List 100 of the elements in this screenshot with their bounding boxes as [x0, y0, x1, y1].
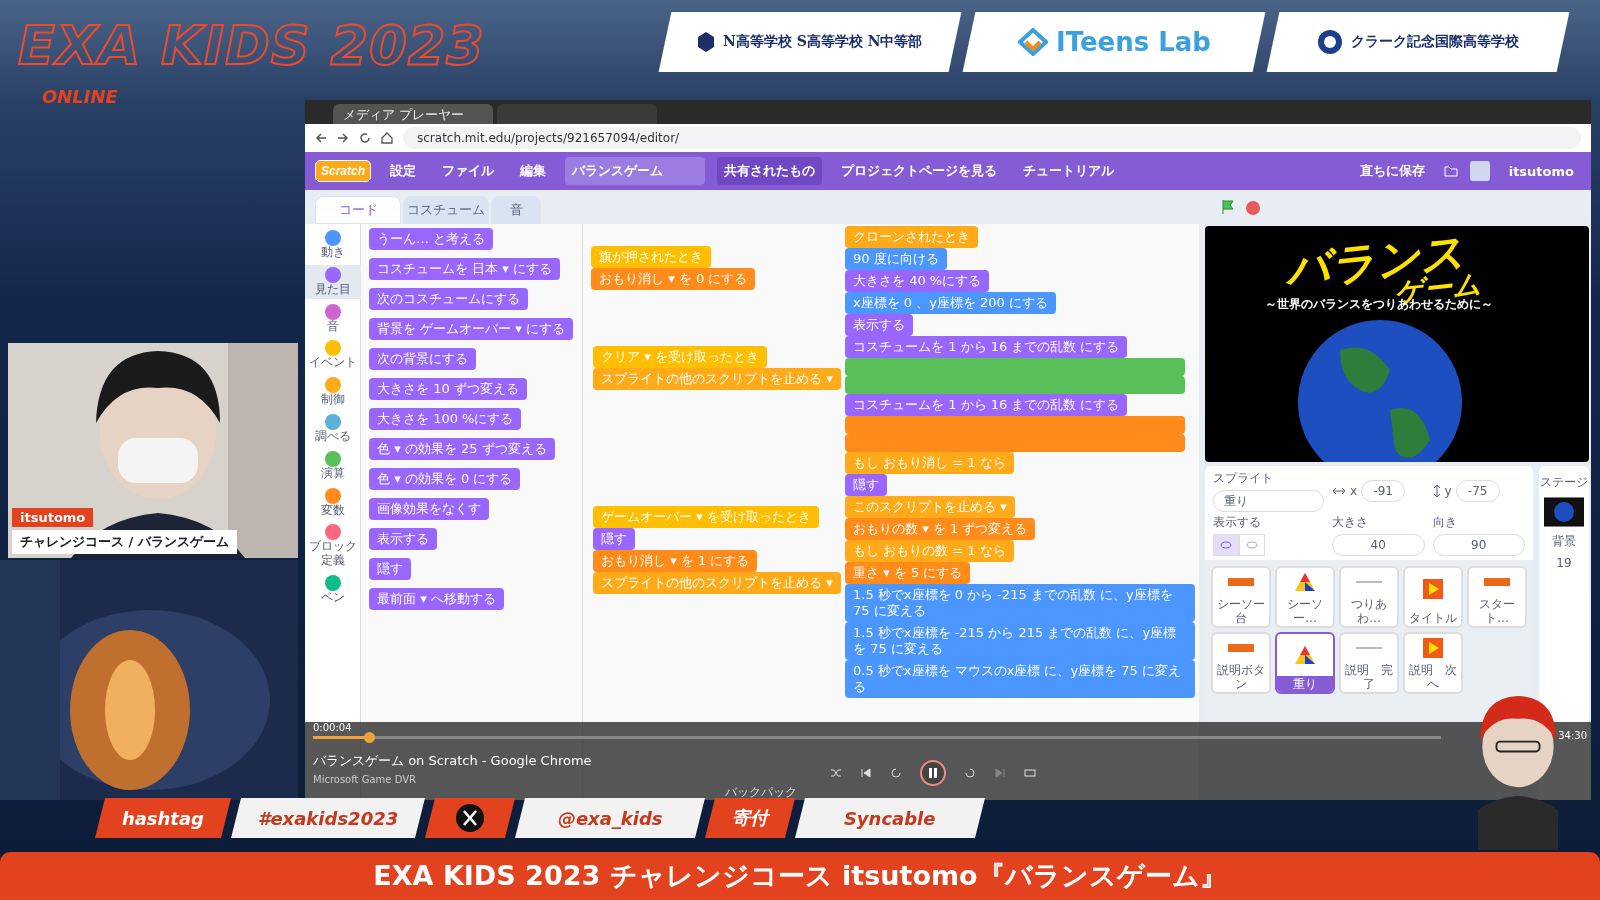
code-block[interactable]: 1.5 秒でx座標を 0 から -215 までの乱数 に、y座標を 75 に変える — [845, 584, 1195, 622]
code-block[interactable]: 1.5 秒でx座標を -215 から 215 までの乱数 に、y座標を 75 に変える — [845, 622, 1195, 660]
category-item[interactable]: 変数 — [305, 485, 361, 520]
menu-item[interactable]: 編集 — [513, 157, 554, 185]
palette-block[interactable]: 次のコスチュームにする — [369, 288, 528, 310]
code-block[interactable]: スプライトの他のスクリプトを止める ▾ — [593, 572, 841, 594]
category-item[interactable]: 音 — [305, 301, 361, 336]
code-block[interactable]: 隠す — [845, 474, 887, 496]
social-handle: #exakids2023 — [231, 798, 426, 838]
category-item[interactable]: 制御 — [305, 375, 361, 409]
social-tag: 寄付 — [705, 798, 796, 838]
backdrops-label: 背景 — [1552, 533, 1576, 550]
y-label: y — [1444, 484, 1452, 498]
menu-item[interactable]: プロジェクトページを見る — [834, 157, 1005, 185]
size-label: 大きさ — [1332, 514, 1369, 531]
menu-item[interactable]: チュートリアル — [1016, 157, 1122, 185]
sprite-tile[interactable]: スタート... — [1467, 566, 1527, 628]
code-block[interactable]: もし おもりの数 = 1 なら — [845, 540, 1014, 562]
direction-label: 向き — [1432, 514, 1458, 531]
event-logo-subtitle: ONLINE — [42, 86, 118, 107]
category-label: ペン — [320, 590, 345, 605]
category-item[interactable]: 動き — [305, 228, 361, 262]
stage-label: ステージ — [1540, 474, 1588, 491]
category-label: 見た目 — [314, 282, 351, 297]
code-block[interactable]: 90 度に向ける — [845, 248, 947, 270]
category-label: 変数 — [320, 503, 345, 518]
category-item[interactable]: 見た目 — [305, 264, 361, 299]
code-block[interactable]: おもりの数 ▾ を 1 ずつ変える — [845, 518, 1036, 540]
palette-block[interactable]: 画像効果をなくす — [369, 498, 489, 520]
category-label: 演算 — [320, 466, 345, 481]
ticker-bar: EXA KIDS 2023 チャレンジコース itsutomo『バランスゲーム』 — [0, 852, 1600, 900]
code-block[interactable]: 0.5 秒でx座標を マウスのx座標 に、y座標を 75 に変える — [845, 660, 1195, 698]
category-label: 動き — [320, 246, 345, 260]
event-logo: EXA KIDS 2023 — [18, 14, 485, 77]
browser-tab[interactable]: メディア プレーヤー — [333, 104, 493, 124]
code-block[interactable]: 表示する — [845, 314, 913, 336]
backpack-label: バックパック — [725, 784, 797, 800]
palette-block[interactable]: 次の背景にする — [369, 348, 476, 370]
category-label: 制御 — [320, 393, 345, 407]
editor-tab[interactable]: コスチューム — [403, 196, 489, 224]
code-block[interactable]: 重さ ▾ を 5 にする — [845, 562, 971, 584]
category-item[interactable]: ブロック定義 — [305, 522, 361, 570]
editor-tab[interactable]: 音 — [491, 196, 541, 224]
palette-block[interactable]: 大きさを 10 ずつ変える — [369, 378, 527, 400]
palette-block[interactable]: 色 ▾ の効果を 0 にする — [369, 468, 521, 490]
palette-block[interactable]: 表示する — [369, 528, 437, 550]
current-time: 0:00:04 — [313, 722, 352, 733]
palette-block[interactable]: 背景を ゲームオーバー ▾ にする — [369, 318, 573, 340]
category-label: ブロック定義 — [307, 540, 358, 568]
category-item[interactable]: イベント — [305, 338, 361, 373]
menu-button[interactable]: 共有されたもの — [717, 157, 823, 185]
sprite-tile[interactable]: つりあわ... — [1339, 566, 1399, 628]
code-block[interactable]: このスクリプトを止める ▾ — [845, 496, 1015, 518]
palette-block[interactable]: 隠す — [369, 558, 411, 580]
palette-block[interactable]: 色 ▾ の効果を 25 ずつ変える — [369, 438, 555, 460]
social-handle: Syncable — [795, 798, 986, 838]
scratch-logo[interactable]: Scratch — [315, 160, 372, 182]
sprite-tile[interactable]: 説明ボタン — [1211, 632, 1271, 694]
code-block[interactable]: 隠す — [593, 528, 635, 550]
code-block[interactable]: おもり消し ▾ を 0 にする — [591, 268, 756, 290]
code-block[interactable]: もし おもり消し = 1 なら — [845, 452, 1014, 474]
user-menu[interactable]: itsutomo — [1501, 158, 1581, 184]
sprite-tile[interactable]: 重り — [1275, 632, 1335, 694]
category-label: 調べる — [314, 430, 351, 444]
palette-block[interactable]: コスチュームを 日本 ▾ にする — [369, 258, 560, 280]
code-block[interactable]: スプライトの他のスクリプトを止める ▾ — [593, 368, 841, 390]
code-block[interactable]: クローンされたとき — [845, 226, 978, 248]
x-label: x — [1350, 484, 1358, 498]
social-tag: hashtag — [95, 798, 232, 838]
code-block[interactable]: コスチュームを 1 から 16 までの乱数 にする — [845, 336, 1128, 358]
category-label: イベント — [308, 356, 357, 371]
presenter-name: itsutomo — [12, 508, 94, 527]
category-label: 音 — [326, 319, 339, 334]
palette-block[interactable]: うーん… と考える — [369, 228, 494, 250]
sprite-label: スプライト — [1213, 470, 1274, 487]
palette-block[interactable]: 大きさを 100 %にする — [369, 408, 522, 430]
social-handle: @exa_kids — [515, 798, 706, 838]
duration: 34:30 — [1558, 730, 1587, 741]
category-item[interactable]: ペン — [305, 572, 361, 607]
sprite-tile[interactable]: タイトル — [1403, 566, 1463, 628]
sprite-tile[interactable]: シーソー... — [1275, 566, 1335, 628]
project-title-field[interactable]: バランスゲーム — [565, 157, 706, 185]
sprite-tile[interactable]: シーソー台 — [1211, 566, 1271, 628]
sprite-tile[interactable]: 説明 次へ — [1403, 632, 1463, 694]
palette-block[interactable]: 最前面 ▾ へ移動する — [369, 588, 504, 610]
code-block[interactable]: コスチュームを 1 から 16 までの乱数 にする — [845, 394, 1128, 416]
sponsor-banner: クラーク記念国際高等学校 — [1266, 12, 1570, 72]
editor-tab[interactable]: コード — [315, 196, 401, 224]
code-block[interactable]: おもり消し ▾ を 1 にする — [593, 550, 758, 572]
save-now-link[interactable]: 直ちに保存 — [1352, 157, 1432, 185]
address-bar[interactable]: scratch.mit.edu/projects/921657094/editor/ — [403, 127, 1581, 149]
category-item[interactable]: 演算 — [305, 448, 361, 483]
menu-item[interactable]: 設定 — [383, 157, 424, 185]
code-block[interactable]: 大きさを 40 %にする — [845, 270, 990, 292]
sponsor-banner: N高等学校 S高等学校 N中等部 — [658, 12, 962, 72]
category-item[interactable]: 調べる — [305, 412, 361, 446]
show-label: 表示する — [1213, 514, 1262, 531]
menu-item[interactable]: ファイル — [435, 157, 502, 185]
code-block[interactable]: x座標を 0 、y座標を 200 にする — [845, 292, 1056, 314]
sprite-tile[interactable]: 説明 完了 — [1339, 632, 1399, 694]
